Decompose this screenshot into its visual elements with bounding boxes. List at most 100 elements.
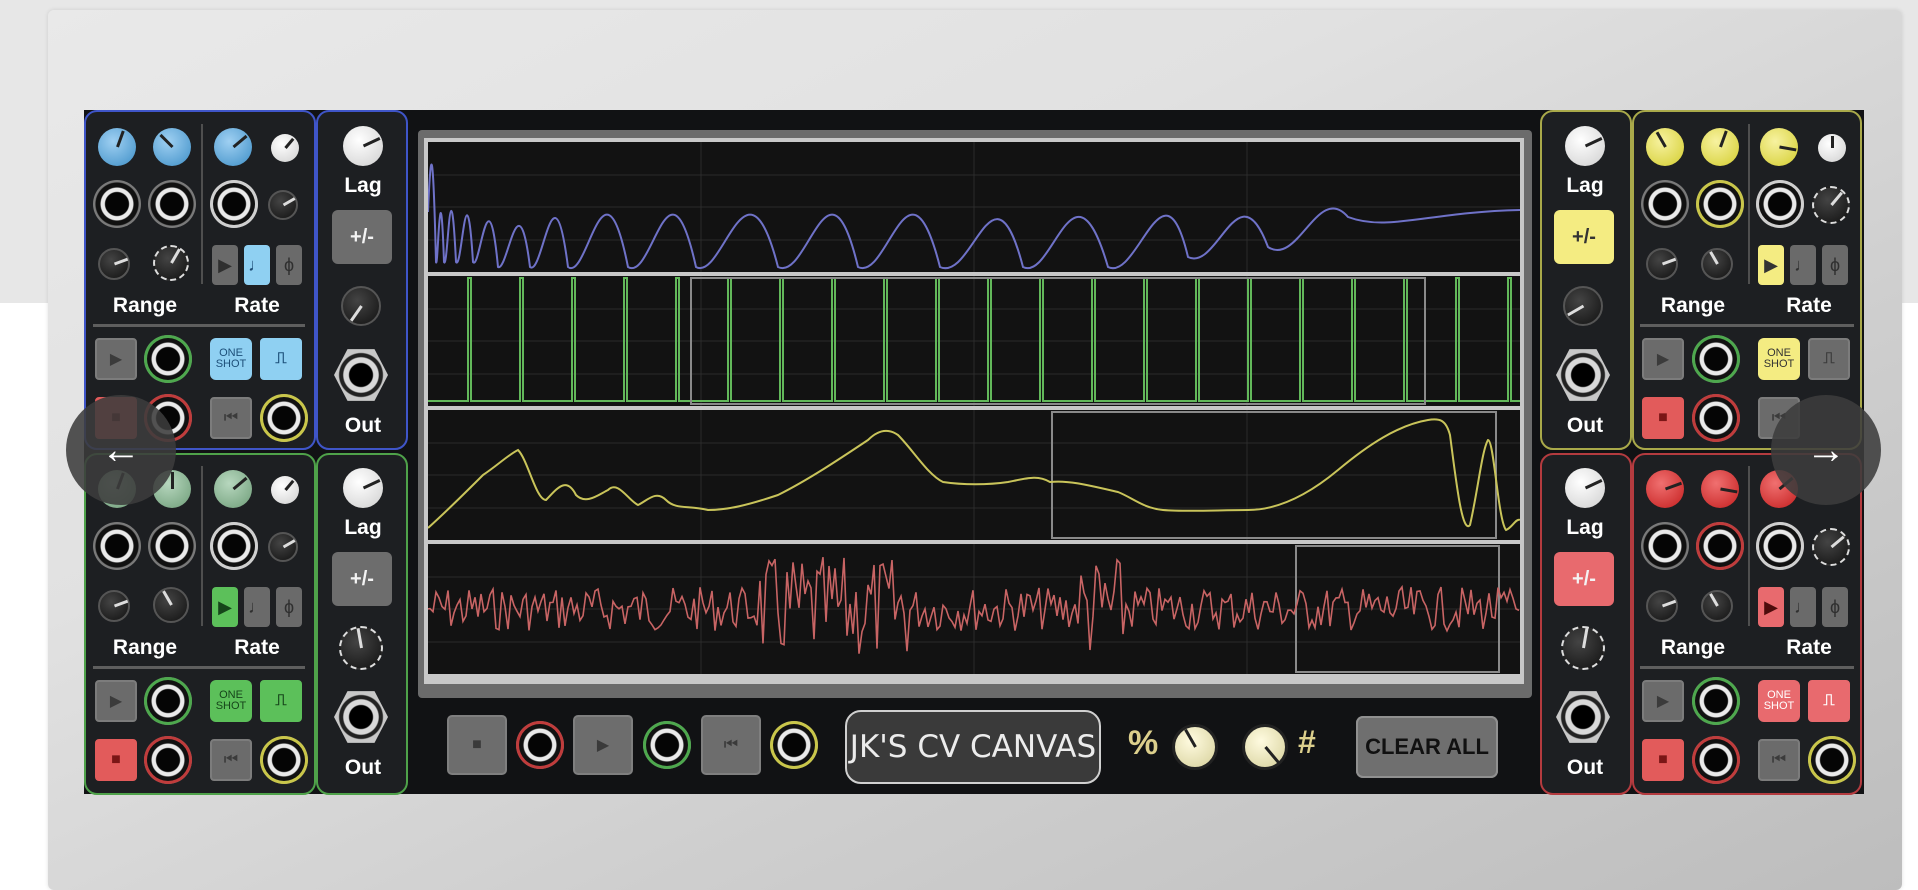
yellow-range-max-cv-jack[interactable] [1696, 180, 1744, 228]
blue-range-min-knob[interactable] [98, 128, 136, 166]
blue-play-mode-button[interactable]: ▶ [212, 245, 238, 285]
blue-waveform-band[interactable] [428, 142, 1520, 272]
green-scale-knob[interactable] [339, 626, 383, 670]
yellow-play-mode-button[interactable]: ▶ [1758, 245, 1784, 285]
blue-play-button[interactable]: ▶ [95, 338, 137, 380]
yellow-rate-cv-jack[interactable] [1756, 180, 1804, 228]
red-reset-jack[interactable] [1808, 736, 1856, 784]
green-phase-mode-button[interactable]: ϕ [276, 587, 302, 627]
global-stop-button[interactable]: ■ [447, 715, 507, 775]
red-phase-mode-button[interactable]: ϕ [1822, 587, 1848, 627]
red-stop-trigger-jack[interactable] [1692, 736, 1740, 784]
blue-rate-cv-jack[interactable] [210, 180, 258, 228]
blue-rate-knob[interactable] [214, 128, 252, 166]
blue-reset-jack[interactable] [260, 394, 308, 442]
red-range-max-atten-knob[interactable] [1701, 590, 1733, 622]
blue-range-min-atten-knob[interactable] [98, 248, 130, 280]
green-rate-fine-knob[interactable] [271, 476, 299, 504]
green-pulse-button[interactable]: ⎍ [260, 680, 302, 722]
green-stop-button[interactable]: ■ [95, 739, 137, 781]
yellow-waveform-band[interactable] [428, 410, 1520, 540]
red-range-min-knob[interactable] [1646, 470, 1684, 508]
percent-knob[interactable] [1172, 724, 1218, 770]
green-rate-attenuator-knob[interactable] [268, 532, 298, 562]
green-range-max-cv-jack[interactable] [148, 522, 196, 570]
next-slide-button[interactable]: → [1771, 395, 1881, 505]
yellow-stop-trigger-jack[interactable] [1692, 394, 1740, 442]
blue-rewind-button[interactable]: ⏮ [210, 397, 252, 439]
green-play-button[interactable]: ▶ [95, 680, 137, 722]
blue-phase-mode-button[interactable]: ϕ [276, 245, 302, 285]
blue-range-max-cv-jack[interactable] [148, 180, 196, 228]
clear-all-button[interactable]: CLEAR ALL [1356, 716, 1498, 778]
global-reset-jack[interactable] [770, 721, 818, 769]
green-rewind-button[interactable]: ⏮ [210, 739, 252, 781]
global-play-jack[interactable] [643, 721, 691, 769]
green-rate-cv-jack[interactable] [210, 522, 258, 570]
yellow-lag-knob[interactable] [1565, 126, 1605, 166]
red-waveform-band[interactable] [428, 544, 1520, 674]
yellow-range-max-atten-knob[interactable] [1701, 248, 1733, 280]
blue-range-max-atten-knob[interactable] [153, 245, 189, 281]
red-play-button[interactable]: ▶ [1642, 680, 1684, 722]
red-range-max-cv-jack[interactable] [1696, 522, 1744, 570]
global-play-button[interactable]: ▶ [573, 715, 633, 775]
yellow-play-button[interactable]: ▶ [1642, 338, 1684, 380]
blue-scale-knob[interactable] [341, 286, 381, 326]
global-rewind-button[interactable]: ⏮ [701, 715, 761, 775]
red-play-mode-button[interactable]: ▶ [1758, 587, 1784, 627]
yellow-one-shot-button[interactable]: ONE SHOT [1758, 338, 1800, 380]
red-one-shot-button[interactable]: ONE SHOT [1758, 680, 1800, 722]
red-lag-knob[interactable] [1565, 468, 1605, 508]
global-stop-jack[interactable] [516, 721, 564, 769]
green-rate-knob[interactable] [214, 470, 252, 508]
red-stop-button[interactable]: ■ [1642, 739, 1684, 781]
yellow-phase-mode-button[interactable]: ϕ [1822, 245, 1848, 285]
previous-slide-button[interactable]: ← [66, 395, 176, 505]
yellow-scale-knob[interactable] [1563, 286, 1603, 326]
yellow-range-min-knob[interactable] [1646, 128, 1684, 166]
green-note-mode-button[interactable]: ♩ [244, 587, 270, 627]
green-waveform-band[interactable] [428, 276, 1520, 406]
yellow-range-min-atten-knob[interactable] [1646, 248, 1678, 280]
blue-bipolar-button[interactable]: +/- [332, 210, 392, 264]
yellow-pulse-button[interactable]: ⎍ [1808, 338, 1850, 380]
red-scale-knob[interactable] [1561, 626, 1605, 670]
yellow-stop-button[interactable]: ■ [1642, 397, 1684, 439]
green-bipolar-button[interactable]: +/- [332, 552, 392, 606]
green-reset-jack[interactable] [260, 736, 308, 784]
blue-rate-attenuator-knob[interactable] [268, 190, 298, 220]
blue-pulse-button[interactable]: ⎍ [260, 338, 302, 380]
blue-rate-fine-knob[interactable] [271, 134, 299, 162]
blue-one-shot-button[interactable]: ONE SHOT [210, 338, 252, 380]
yellow-bipolar-button[interactable]: +/- [1554, 210, 1614, 264]
green-play-trigger-jack[interactable] [144, 677, 192, 725]
green-range-min-cv-jack[interactable] [93, 522, 141, 570]
red-bipolar-button[interactable]: +/- [1554, 552, 1614, 606]
green-lag-knob[interactable] [343, 468, 383, 508]
yellow-range-max-knob[interactable] [1701, 128, 1739, 166]
green-range-min-atten-knob[interactable] [98, 590, 130, 622]
red-rewind-button[interactable]: ⏮ [1758, 739, 1800, 781]
yellow-rate-attenuator-knob[interactable] [1812, 186, 1850, 224]
red-pulse-button[interactable]: ⎍ [1808, 680, 1850, 722]
red-play-trigger-jack[interactable] [1692, 677, 1740, 725]
yellow-play-trigger-jack[interactable] [1692, 335, 1740, 383]
red-range-min-atten-knob[interactable] [1646, 590, 1678, 622]
red-note-mode-button[interactable]: ♩ [1790, 587, 1816, 627]
blue-range-min-cv-jack[interactable] [93, 180, 141, 228]
blue-note-mode-button[interactable]: ♩ [244, 245, 270, 285]
blue-lag-knob[interactable] [343, 126, 383, 166]
yellow-note-mode-button[interactable]: ♩ [1790, 245, 1816, 285]
green-play-mode-button[interactable]: ▶ [212, 587, 238, 627]
green-stop-trigger-jack[interactable] [144, 736, 192, 784]
green-range-max-atten-knob[interactable] [153, 587, 189, 623]
red-rate-cv-jack[interactable] [1756, 522, 1804, 570]
blue-range-max-knob[interactable] [153, 128, 191, 166]
red-range-max-knob[interactable] [1701, 470, 1739, 508]
yellow-rate-knob[interactable] [1760, 128, 1798, 166]
red-rate-attenuator-knob[interactable] [1812, 528, 1850, 566]
yellow-rate-fine-knob[interactable] [1818, 134, 1846, 162]
red-range-min-cv-jack[interactable] [1641, 522, 1689, 570]
count-knob[interactable] [1242, 724, 1288, 770]
